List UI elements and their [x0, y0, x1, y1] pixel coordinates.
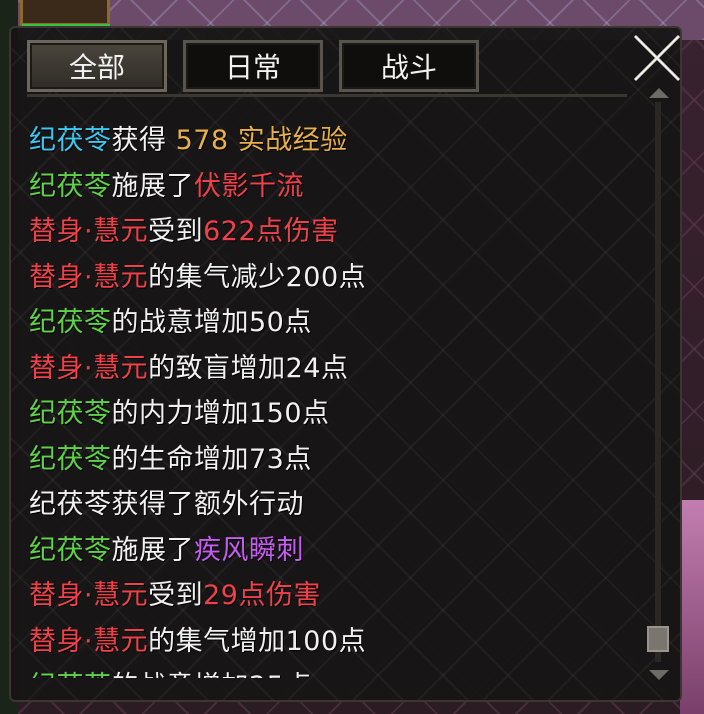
log-tabs: 全部 日常 战斗	[27, 40, 479, 92]
log-line: 替身·慧元受到622点伤害	[29, 209, 639, 255]
battle-log-panel: 全部 日常 战斗 纪茯苓获得 578 实战经验 纪茯苓施展了伏影千流 替身·慧元受到…	[9, 26, 682, 702]
log-segment: 纪茯苓	[29, 534, 112, 566]
log-segment: 纪茯苓	[29, 443, 112, 475]
battle-log-list[interactable]: 纪茯苓获得 578 实战经验 纪茯苓施展了伏影千流 替身·慧元受到622点伤害 替身·…	[29, 118, 639, 678]
log-segment: 的内力增加150点	[111, 398, 330, 429]
log-segment: 29点伤害	[203, 580, 321, 611]
close-button[interactable]	[629, 30, 680, 86]
log-segment: 替身·慧元	[29, 261, 149, 293]
log-line: 替身·慧元受到29点伤害	[29, 573, 639, 619]
log-segment: 纪茯苓	[29, 125, 112, 156]
log-line: 纪茯苓的战意增加50点	[29, 300, 639, 346]
log-line: 纪茯苓的内力增加150点	[29, 391, 639, 437]
log-segment: 纪茯苓	[29, 170, 112, 202]
close-icon	[633, 34, 680, 82]
log-segment: 纪茯苓获得了额外行动	[29, 489, 304, 520]
log-line: 纪茯苓施展了伏影千流	[29, 164, 639, 210]
log-segment: 纪茯苓	[29, 671, 112, 678]
scroll-track[interactable]	[655, 102, 661, 662]
log-line: 替身·慧元的致盲增加24点	[29, 346, 639, 392]
log-segment: 578 实战经验	[175, 125, 348, 156]
log-line: 纪茯苓的战意增加25点	[29, 664, 639, 678]
log-segment: 疾风瞬刺	[194, 534, 304, 566]
log-segment: 的集气减少200点	[148, 261, 367, 293]
scroll-thumb[interactable]	[647, 626, 669, 652]
log-segment: 的战意增加25点	[112, 671, 312, 678]
log-segment: 622点伤害	[203, 216, 339, 247]
log-line: 纪茯苓获得 578 实战经验	[29, 118, 639, 164]
log-line: 纪茯苓的生命增加73点	[29, 437, 639, 483]
scroll-down-icon[interactable]	[649, 670, 669, 680]
log-segment: 的致盲增加24点	[148, 352, 349, 384]
scroll-up-icon[interactable]	[649, 88, 669, 98]
log-line: 替身·慧元的集气减少200点	[29, 255, 639, 301]
log-segment: 替身·慧元	[29, 216, 149, 247]
tab-daily[interactable]: 日常	[183, 40, 323, 92]
log-segment: 替身·慧元	[29, 625, 149, 657]
log-segment: 获得	[111, 125, 176, 156]
log-line: 替身·慧元的集气增加100点	[29, 619, 639, 665]
log-segment: 替身·慧元	[29, 352, 149, 384]
log-line: 纪茯苓施展了疾风瞬刺	[29, 528, 639, 574]
log-segment: 的集气增加100点	[148, 625, 367, 657]
log-segment: 的生命增加73点	[111, 443, 312, 475]
character-portrait-frame[interactable]	[20, 0, 110, 26]
tab-all[interactable]: 全部	[27, 40, 167, 92]
log-segment: 受到	[148, 580, 204, 611]
log-segment: 替身·慧元	[29, 580, 149, 611]
log-segment: 纪茯苓	[29, 398, 112, 429]
log-scrollbar[interactable]	[647, 86, 671, 686]
log-segment: 伏影千流	[194, 170, 304, 202]
log-segment: 受到	[148, 216, 204, 247]
log-segment: 施展了	[111, 534, 194, 566]
scene-right-object	[680, 500, 704, 714]
log-line: 纪茯苓获得了额外行动	[29, 482, 639, 528]
log-segment: 的战意增加50点	[111, 307, 312, 338]
tab-battle[interactable]: 战斗	[339, 40, 479, 92]
tabs-divider	[27, 94, 627, 97]
log-segment: 纪茯苓	[29, 307, 112, 338]
log-segment: 施展了	[111, 170, 194, 202]
